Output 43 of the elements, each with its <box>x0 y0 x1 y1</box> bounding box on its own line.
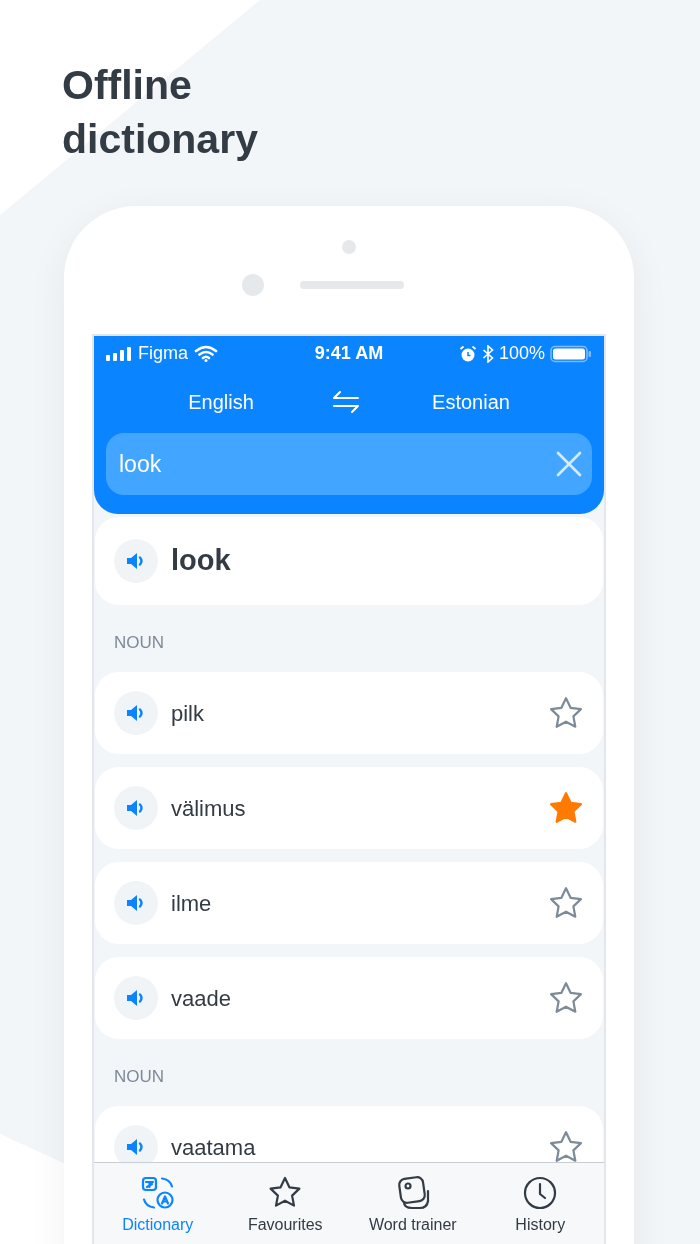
wifi-icon <box>194 345 218 362</box>
star-icon[interactable] <box>548 791 584 825</box>
clear-icon[interactable] <box>556 451 582 477</box>
star-icon[interactable] <box>548 696 584 730</box>
headline: Offline dictionary <box>62 61 259 164</box>
status-time: 9:41 AM <box>313 342 385 365</box>
speaker-button[interactable] <box>114 539 158 583</box>
tab[interactable]: Word trainer <box>349 1163 477 1244</box>
tab[interactable]: Favourites <box>221 1163 349 1244</box>
signal-icon <box>106 346 132 361</box>
translation-card[interactable]: välimus <box>95 767 603 849</box>
speaker-button[interactable] <box>114 976 158 1020</box>
search-text: look <box>119 449 163 479</box>
clock-icon <box>522 1175 559 1211</box>
speaker-button[interactable] <box>114 1125 158 1162</box>
translation-card[interactable]: vaade <box>95 957 603 1039</box>
translation-card[interactable]: ilme <box>95 862 603 944</box>
headword: look <box>171 543 231 579</box>
translate-icon <box>139 1175 176 1211</box>
battery-percent: 100% <box>498 342 545 365</box>
battery-icon <box>550 344 592 363</box>
target-language[interactable]: Estonian <box>371 387 586 417</box>
alarm-icon <box>458 344 477 363</box>
speaker-button[interactable] <box>114 786 158 830</box>
section-label: NOUN <box>114 633 166 653</box>
translation-word: pilk <box>171 699 205 728</box>
translation-word: välimus <box>171 794 247 823</box>
bluetooth-icon <box>481 344 494 363</box>
translation-card[interactable]: vaatama <box>95 1106 603 1162</box>
translation-card[interactable]: pilk <box>95 672 603 754</box>
speaker-button[interactable] <box>114 881 158 925</box>
star-icon[interactable] <box>548 886 584 920</box>
translation-word: vaade <box>171 984 232 1013</box>
star-icon[interactable] <box>548 1130 584 1162</box>
section-label: NOUN <box>114 1067 166 1087</box>
carrier-label: Figma <box>138 342 188 365</box>
speaker-button[interactable] <box>114 691 158 735</box>
source-language[interactable]: English <box>106 387 321 417</box>
translation-word: ilme <box>171 889 213 918</box>
swap-icon[interactable] <box>331 390 361 414</box>
tab[interactable]: History <box>476 1163 604 1244</box>
translation-word: vaatama <box>171 1133 257 1162</box>
star-icon[interactable] <box>548 981 584 1015</box>
